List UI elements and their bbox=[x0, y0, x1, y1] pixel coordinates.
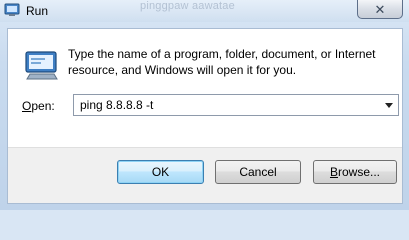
browse-label-rest: rowse... bbox=[338, 165, 381, 179]
window-title: Run bbox=[26, 4, 49, 18]
browse-button[interactable]: Browse... bbox=[313, 160, 397, 184]
run-dialog-window: Run pinggpaw aawatae ✕ Type the name of … bbox=[0, 0, 409, 210]
cancel-button-label: Cancel bbox=[239, 165, 277, 179]
dialog-description: Type the name of a program, folder, docu… bbox=[68, 47, 376, 77]
open-label: Open: bbox=[22, 99, 55, 113]
open-input-value[interactable]: ping 8.8.8.8 -t bbox=[80, 98, 153, 112]
browse-button-label: Browse... bbox=[330, 165, 380, 179]
ok-button-label: OK bbox=[151, 165, 170, 179]
open-combobox[interactable]: ping 8.8.8.8 -t bbox=[73, 94, 399, 116]
browse-mnemonic: B bbox=[329, 165, 338, 179]
chevron-down-icon[interactable] bbox=[385, 103, 393, 108]
run-app-icon bbox=[4, 3, 20, 16]
dialog-body: Type the name of a program, folder, docu… bbox=[7, 28, 403, 204]
title-bar[interactable]: Run pinggpaw aawatae ✕ bbox=[0, 0, 409, 22]
cancel-button[interactable]: Cancel bbox=[215, 160, 301, 184]
close-button[interactable]: ✕ bbox=[357, 0, 403, 19]
close-icon: ✕ bbox=[374, 1, 386, 17]
ok-button[interactable]: OK bbox=[117, 160, 204, 184]
run-app-icon bbox=[25, 51, 58, 80]
background-window-text: pinggpaw aawatae bbox=[140, 0, 235, 12]
open-label-mnemonic: O bbox=[22, 99, 32, 113]
open-label-text: pen: bbox=[31, 99, 55, 113]
